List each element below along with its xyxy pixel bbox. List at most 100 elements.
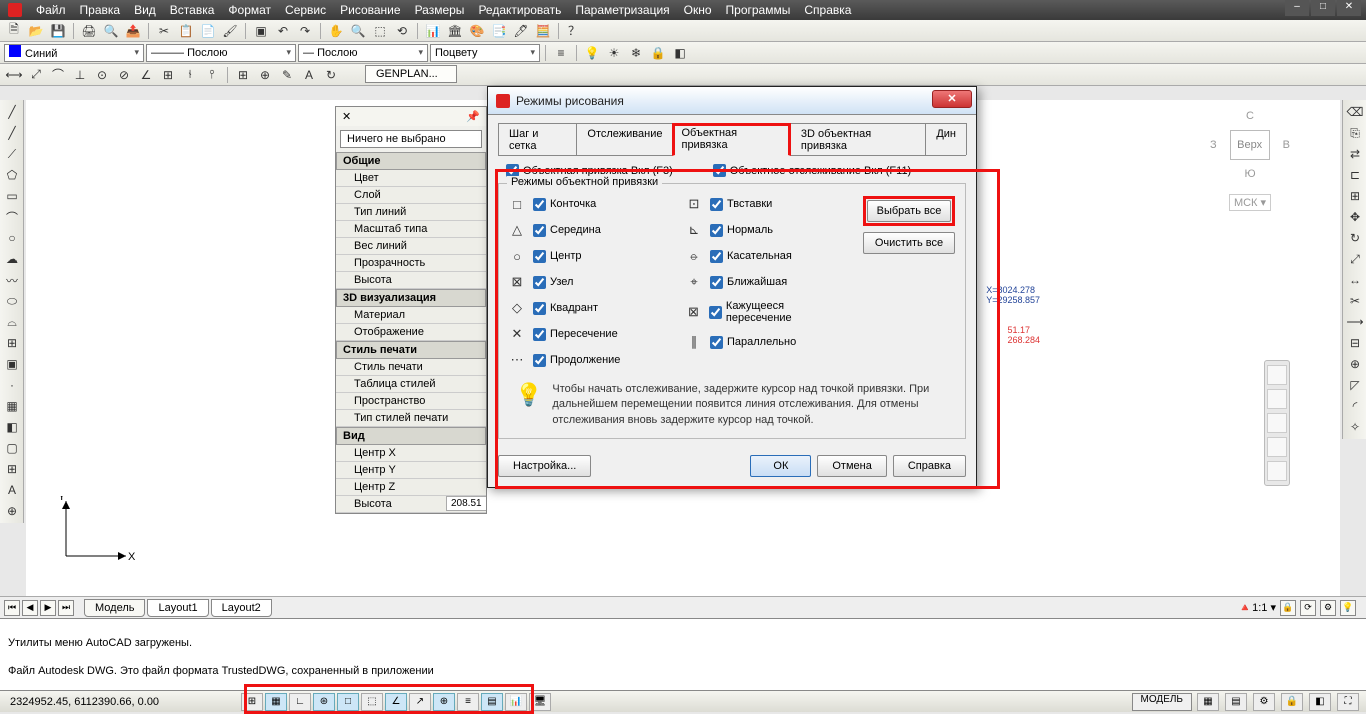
menu-format[interactable]: Формат (228, 3, 271, 17)
menu-insert[interactable]: Вставка (170, 3, 215, 17)
mtext-icon[interactable]: A (2, 480, 22, 500)
nav-orbit-icon[interactable] (1267, 437, 1287, 457)
snap-tangent[interactable]: Касательная (710, 250, 792, 263)
prop-group-plot[interactable]: Стиль печати (336, 341, 486, 359)
snap-insertion[interactable]: Твставки (710, 198, 772, 211)
prop-row[interactable]: Таблица стилей (336, 376, 486, 393)
offset-icon[interactable]: ⊏ (1345, 165, 1365, 185)
preview-icon[interactable]: 🔍 (101, 22, 121, 40)
prop-row[interactable]: Тип линий (336, 204, 486, 221)
dialog-close-button[interactable]: ✕ (932, 90, 972, 108)
status-quickview-icon[interactable]: ▦ (1197, 693, 1219, 711)
paste-icon[interactable]: 📄 (198, 22, 218, 40)
prop-row[interactable]: Отображение (336, 324, 486, 341)
chamfer-icon[interactable]: ◸ (1345, 375, 1365, 395)
settings-button[interactable]: Настройка... (498, 455, 591, 477)
file-tab[interactable]: GENPLAN... (365, 65, 457, 83)
wcs-dropdown[interactable]: МСК ▾ (1229, 194, 1271, 211)
redo-icon[interactable]: ↷ (295, 22, 315, 40)
nav-pan-icon[interactable] (1267, 389, 1287, 409)
lock-icon[interactable]: 🔒 (648, 44, 668, 62)
prop-row[interactable]: Центр Y (336, 462, 486, 479)
open-icon[interactable]: 📂 (26, 22, 46, 40)
properties-icon[interactable]: 📊 (423, 22, 443, 40)
spline-icon[interactable]: 〰 (2, 270, 22, 290)
addselected-icon[interactable]: ⊕ (2, 501, 22, 521)
dim-quick-icon[interactable]: ⊞ (158, 66, 178, 84)
status-quickview2-icon[interactable]: ▤ (1225, 693, 1247, 711)
new-icon[interactable]: 🗎 (4, 22, 24, 40)
menu-draw[interactable]: Рисование (340, 3, 400, 17)
zoom-rt-icon[interactable]: 🔍 (348, 22, 368, 40)
modelspace-button[interactable]: МОДЕЛЬ (1132, 693, 1192, 711)
snap-perpendicular[interactable]: Нормаль (710, 224, 773, 237)
explode-icon[interactable]: ✧ (1345, 417, 1365, 437)
menu-service[interactable]: Сервис (285, 3, 326, 17)
tolerance-icon[interactable]: ⊞ (233, 66, 253, 84)
prop-row[interactable]: Цвет (336, 170, 486, 187)
mirror-icon[interactable]: ⇄ (1345, 144, 1365, 164)
window-maximize-button[interactable]: □ (1311, 0, 1335, 16)
prop-row[interactable]: Центр X (336, 445, 486, 462)
pan-icon[interactable]: ✋ (326, 22, 346, 40)
menu-help[interactable]: Справка (804, 3, 851, 17)
status-ducs-icon[interactable]: ↗ (409, 693, 431, 711)
dim-continue-icon[interactable]: ⫯ (202, 66, 222, 84)
status-osnap-icon[interactable]: □ (337, 693, 359, 711)
selection-dropdown[interactable]: Ничего не выбрано (340, 130, 482, 148)
sheet-icon[interactable]: 📑 (489, 22, 509, 40)
lineweight-select[interactable]: — Послою (298, 44, 428, 62)
stretch-icon[interactable]: ↔ (1345, 270, 1365, 290)
window-close-button[interactable]: ✕ (1337, 0, 1361, 16)
prop-row[interactable]: Масштаб типа (336, 221, 486, 238)
polygon-icon[interactable]: ⬠ (2, 165, 22, 185)
publish-icon[interactable]: 📤 (123, 22, 143, 40)
point-icon[interactable]: · (2, 375, 22, 395)
prop-row[interactable]: Тип стилей печати (336, 410, 486, 427)
dimupdate-icon[interactable]: ↻ (321, 66, 341, 84)
ellipse-icon[interactable]: ⬭ (2, 291, 22, 311)
help-button[interactable]: Справка (893, 455, 966, 477)
scale-icon[interactable]: ⤢ (1345, 249, 1365, 269)
copy-obj-icon[interactable]: ⎘ (1345, 123, 1365, 143)
zoom-window-icon[interactable]: ⬚ (370, 22, 390, 40)
designcenter-icon[interactable]: 🏛 (445, 22, 465, 40)
status-3dosnap-icon[interactable]: ⬚ (361, 693, 383, 711)
dim-diameter-icon[interactable]: ⊘ (114, 66, 134, 84)
rectangle-icon[interactable]: ▭ (2, 186, 22, 206)
command-line[interactable]: Утилиты меню AutoCAD загружены. Файл Aut… (0, 618, 1366, 690)
status-qp-icon[interactable]: 📊 (505, 693, 527, 711)
zoom-prev-icon[interactable]: ⟲ (392, 22, 412, 40)
prop-row[interactable]: Прозрачность (336, 255, 486, 272)
otrack-on-checkbox[interactable]: Объектное отслеживание Вкл (F11) (713, 164, 911, 177)
coordinate-display[interactable]: 2324952.45, 6112390.66, 0.00 (0, 696, 200, 708)
menu-dimensions[interactable]: Размеры (415, 3, 465, 17)
prop-group-general[interactable]: Общие (336, 152, 486, 170)
array-icon[interactable]: ⊞ (1345, 186, 1365, 206)
status-tray2-icon[interactable]: 🔒 (1281, 693, 1303, 711)
status-snap-icon[interactable]: ⊞ (241, 693, 263, 711)
circle-icon[interactable]: ○ (2, 228, 22, 248)
freeze-icon[interactable]: ❄ (626, 44, 646, 62)
annoscale-sync-icon[interactable]: ⟳ (1300, 600, 1316, 616)
tab-dynamic-input[interactable]: Дин (925, 123, 967, 155)
snap-quadrant[interactable]: Квадрант (533, 302, 598, 315)
fillet-icon[interactable]: ◜ (1345, 396, 1365, 416)
cancel-button[interactable]: Отмена (817, 455, 886, 477)
move-icon[interactable]: ✥ (1345, 207, 1365, 227)
workspace-icon[interactable]: ⚙ (1320, 600, 1336, 616)
tab-object-snap[interactable]: Объектная привязка (672, 123, 790, 156)
status-tray1-icon[interactable]: ⚙ (1253, 693, 1275, 711)
join-icon[interactable]: ⊕ (1345, 354, 1365, 374)
centermark-icon[interactable]: ⊕ (255, 66, 275, 84)
table-icon[interactable]: ⊞ (2, 459, 22, 479)
dim-ordinate-icon[interactable]: ⊥ (70, 66, 90, 84)
status-polar-icon[interactable]: ⊛ (313, 693, 335, 711)
region-icon[interactable]: ▢ (2, 438, 22, 458)
revcloud-icon[interactable]: ☁ (2, 249, 22, 269)
annotation-scale-icon[interactable]: 🔺1:1 ▾ (1238, 601, 1276, 614)
status-ortho-icon[interactable]: ∟ (289, 693, 311, 711)
layout-tab-1[interactable]: Layout1 (147, 599, 208, 617)
lightbulb-status-icon[interactable]: 💡 (1340, 600, 1356, 616)
snap-endpoint[interactable]: Конточка (533, 198, 596, 211)
